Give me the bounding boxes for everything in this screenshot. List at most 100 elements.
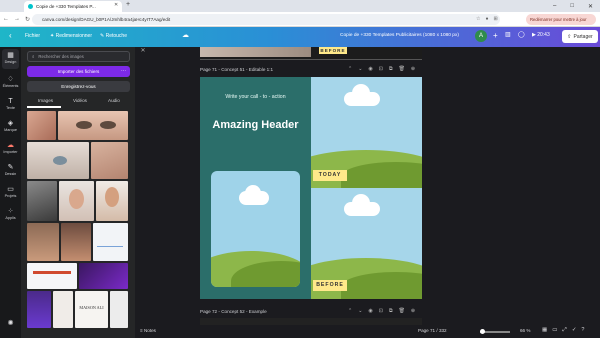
duplicate-icon[interactable]: ⧉ xyxy=(389,308,393,314)
close-tab-icon[interactable]: ✕ xyxy=(114,2,118,8)
new-tab-icon[interactable]: + xyxy=(126,1,130,8)
image-thumb[interactable] xyxy=(93,223,128,261)
chevron-up-icon[interactable]: ⌃ xyxy=(348,308,352,314)
image-thumb[interactable] xyxy=(58,111,128,140)
image-thumb[interactable] xyxy=(53,291,73,328)
maximize-icon[interactable]: □ xyxy=(570,3,574,9)
image-thumb[interactable] xyxy=(61,223,91,261)
rail-item-design[interactable]: ▦ Design xyxy=(0,52,21,64)
chevron-down-icon[interactable]: ⌄ xyxy=(358,66,362,72)
browser-tab[interactable]: Copie de +330 Templates P... xyxy=(24,1,122,12)
add-collaborator-icon[interactable]: + xyxy=(493,31,498,40)
url-field[interactable]: canva.com/design/DAGU_b0P1A/Jmhlb4ra4jaH… xyxy=(32,14,500,25)
rail-item-import[interactable]: ☁ Importer xyxy=(0,142,21,154)
thumb-text: MAISON ALI xyxy=(79,305,104,310)
rail-label: Marque xyxy=(4,128,17,132)
tab-images[interactable]: Images xyxy=(38,98,53,103)
lock-icon[interactable]: ⊡ xyxy=(379,308,383,314)
image-thumb[interactable] xyxy=(27,291,51,328)
file-menu[interactable]: Fichier xyxy=(25,33,40,39)
image-thumb[interactable] xyxy=(79,263,128,289)
extension-icon[interactable]: ● xyxy=(485,16,488,22)
image-thumb[interactable]: MAISON ALI xyxy=(75,291,108,328)
search-input[interactable]: ⌕ Rechercher des images xyxy=(27,51,130,62)
sparkle-icon: ✺ xyxy=(7,320,14,327)
rail-item-elements[interactable]: ♢ Éléments xyxy=(0,76,21,88)
rail-item-apps[interactable]: ⁘ Applis xyxy=(0,208,21,220)
document-title[interactable]: Copie de +330 Templates Publicitaires (1… xyxy=(340,33,459,38)
puzzle-icon[interactable]: ⊞ xyxy=(494,16,498,22)
star-icon[interactable]: ☆ xyxy=(476,16,480,22)
trash-icon[interactable]: 🗑 xyxy=(399,66,405,72)
present-button[interactable]: ▶ 20:43 xyxy=(532,32,550,38)
page-71-label[interactable]: Page 71 - Concept 51 - Editable 1:1 xyxy=(200,67,273,72)
resize-button[interactable]: ✦ Redimensionner xyxy=(50,33,92,39)
back-icon[interactable]: ← xyxy=(3,16,9,23)
rail-item-projects[interactable]: ▭ Projets xyxy=(0,186,21,198)
grass-top xyxy=(311,150,422,188)
trash-icon[interactable]: 🗑 xyxy=(399,308,405,314)
check-icon[interactable]: ✓ xyxy=(572,327,577,334)
image-thumb[interactable] xyxy=(96,181,128,221)
chevron-up-icon[interactable]: ⌃ xyxy=(348,66,352,72)
close-panel-icon[interactable]: ✕ xyxy=(137,47,149,59)
resize-label: Redimensionner xyxy=(55,33,93,39)
image-frame[interactable] xyxy=(211,171,300,287)
duplicate-icon[interactable]: ⧉ xyxy=(389,66,393,72)
more-options-icon[interactable]: ··· xyxy=(117,66,130,77)
today-tag[interactable]: TODAY xyxy=(313,170,347,181)
eye-icon[interactable]: ◉ xyxy=(368,308,372,314)
image-thumb[interactable] xyxy=(59,181,94,221)
minimize-icon[interactable]: – xyxy=(553,3,556,9)
magic-icon[interactable]: ✺ xyxy=(0,320,21,328)
call-to-action-text[interactable]: Write your call - to - action xyxy=(200,94,311,100)
comment-icon[interactable]: ◯ xyxy=(518,31,525,38)
image-thumb[interactable] xyxy=(27,181,57,221)
rail-item-draw[interactable]: ✎ Dessin xyxy=(0,164,21,176)
eye-icon[interactable]: ◉ xyxy=(368,66,372,72)
rail-item-brand[interactable]: ◈ Marque xyxy=(0,120,21,132)
image-thumb[interactable] xyxy=(27,263,77,289)
cloud-icon xyxy=(233,185,273,205)
forward-icon[interactable]: → xyxy=(14,16,20,23)
fullscreen-icon[interactable]: ⤢ xyxy=(562,327,566,334)
image-thumb[interactable] xyxy=(91,142,128,179)
image-thumb[interactable] xyxy=(27,142,89,179)
zoom-level[interactable]: 66 % xyxy=(520,328,530,333)
notes-button[interactable]: ≡ Notes xyxy=(140,328,156,333)
chevron-down-icon[interactable]: ⌄ xyxy=(358,308,362,314)
zoom-slider-handle[interactable] xyxy=(480,329,485,334)
lock-icon[interactable]: ⊡ xyxy=(379,66,383,72)
amazing-header-text[interactable]: Amazing Header xyxy=(200,119,311,131)
pages-icon[interactable]: ▭ xyxy=(552,327,557,334)
record-yourself-button[interactable]: Enregistrez-vous xyxy=(27,81,130,92)
image-thumb[interactable] xyxy=(110,291,128,328)
page-72-label[interactable]: Page 72 - Concept 52 - Example xyxy=(200,309,267,314)
edit-button[interactable]: ✎ Retouche xyxy=(100,33,127,39)
avatar[interactable]: A xyxy=(475,30,487,42)
rail-item-text[interactable]: T Texte xyxy=(0,98,21,110)
before-tag[interactable]: BEFORE xyxy=(313,280,347,291)
image-thumb[interactable] xyxy=(27,223,59,261)
add-page-icon[interactable]: ⊕ xyxy=(411,308,415,314)
import-files-button[interactable]: Importer des fichiers xyxy=(27,66,130,77)
cloud-upload-icon: ☁ xyxy=(7,142,14,149)
tab-underline xyxy=(27,106,61,108)
close-window-icon[interactable]: ✕ xyxy=(588,3,593,10)
image-thumb[interactable] xyxy=(27,111,56,140)
page-72[interactable] xyxy=(200,318,422,325)
share-button[interactable]: ⇧ Partager xyxy=(562,30,598,43)
window-controls[interactable]: – □ ✕ xyxy=(546,0,600,12)
grid-view-icon[interactable]: ▦ xyxy=(542,327,547,334)
home-icon[interactable]: ‹ xyxy=(9,31,12,40)
cloud-save-icon[interactable]: ☁ xyxy=(182,31,189,39)
page-tools: ⌃ ⌄ ◉ ⊡ ⧉ 🗑 ⊕ xyxy=(348,66,415,72)
add-page-icon[interactable]: ⊕ xyxy=(411,66,415,72)
stats-icon[interactable]: ▥ xyxy=(505,31,511,38)
tab-videos[interactable]: Vidéos xyxy=(73,98,87,103)
help-icon[interactable]: ? xyxy=(581,327,584,334)
page-counter[interactable]: Page 71 / 332 xyxy=(418,328,447,333)
reload-icon[interactable]: ↻ xyxy=(25,16,30,23)
update-button[interactable]: Redémarrer pour mettre à jour xyxy=(526,14,596,25)
tab-audio[interactable]: Audio xyxy=(108,98,120,103)
